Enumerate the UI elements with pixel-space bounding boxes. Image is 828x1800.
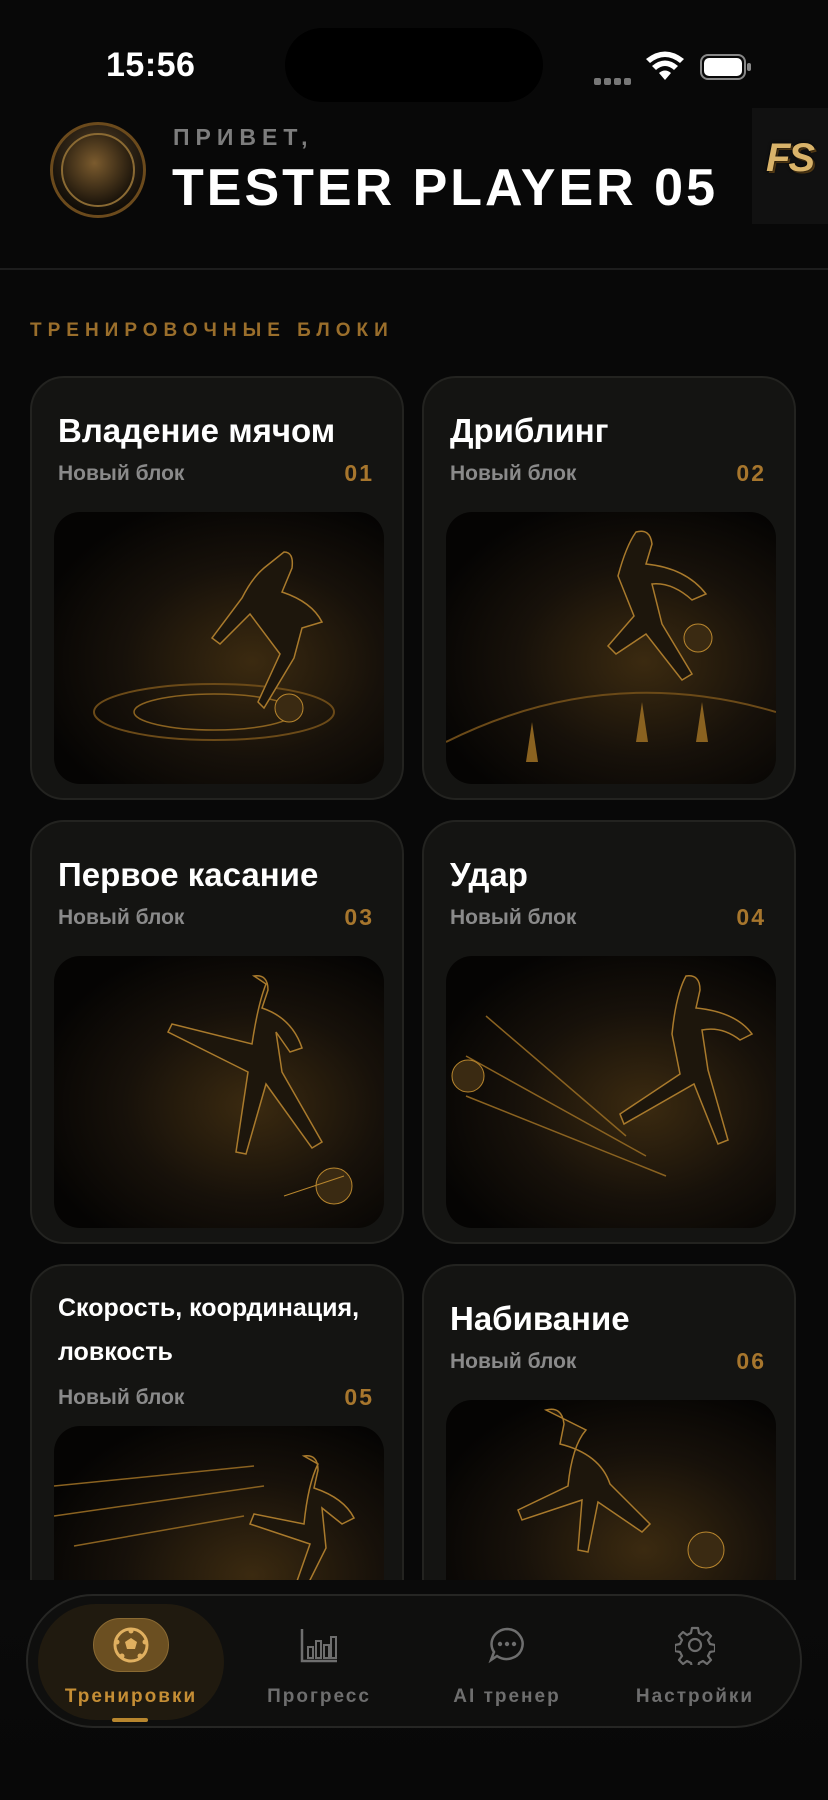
card-number: 05 <box>344 1384 374 1410</box>
training-card-ball-control[interactable]: Владение мячом Новый блок 01 <box>30 376 404 800</box>
card-image <box>446 512 776 784</box>
wifi-icon <box>646 51 684 80</box>
card-subtitle: Новый блок <box>58 462 185 485</box>
card-subtitle: Новый блок <box>58 906 185 929</box>
status-bar: 15:56 <box>0 0 828 120</box>
tab-ai-coach[interactable]: AI тренер <box>414 1604 600 1720</box>
card-subtitle: Новый блок <box>450 906 577 929</box>
gear-icon <box>657 1618 733 1672</box>
bar-chart-icon <box>281 1618 357 1672</box>
card-number: 06 <box>736 1348 766 1374</box>
training-card-shot[interactable]: Удар Новый блок 04 <box>422 820 796 1244</box>
tab-bar: Тренировки Прогресс AI тренер Настройки <box>26 1594 802 1728</box>
card-title: Скорость, координация, ловкость <box>58 1294 360 1366</box>
card-title: Дриблинг <box>450 412 609 449</box>
training-card-dribbling[interactable]: Дриблинг Новый блок 02 <box>422 376 796 800</box>
tab-trainings[interactable]: Тренировки <box>38 1604 224 1720</box>
card-number: 03 <box>344 904 374 930</box>
brand-logo: FS <box>752 108 828 224</box>
card-image <box>54 956 384 1228</box>
signal-icon <box>594 72 634 90</box>
tab-settings[interactable]: Настройки <box>602 1604 788 1720</box>
card-number: 01 <box>344 460 374 486</box>
header-divider <box>0 268 828 270</box>
greeting-label: ПРИВЕТ, <box>173 124 314 150</box>
training-card-first-touch[interactable]: Первое касание Новый блок 03 <box>30 820 404 1244</box>
tab-progress[interactable]: Прогресс <box>226 1604 412 1720</box>
avatar[interactable] <box>50 122 146 218</box>
battery-icon <box>700 54 751 80</box>
card-subtitle: Новый блок <box>58 1386 185 1409</box>
status-time: 15:56 <box>106 46 196 84</box>
tab-label: AI тренер <box>453 1686 561 1707</box>
chat-bubble-icon <box>469 1618 545 1672</box>
tab-label: Тренировки <box>64 1686 198 1707</box>
card-title: Набивание <box>450 1300 630 1337</box>
card-subtitle: Новый блок <box>450 462 577 485</box>
card-number: 02 <box>736 460 766 486</box>
soccer-ball-icon <box>93 1618 169 1672</box>
card-title: Первое касание <box>58 856 319 893</box>
tab-label: Прогресс <box>267 1686 371 1707</box>
dynamic-island <box>285 28 543 102</box>
card-image <box>446 956 776 1228</box>
card-subtitle: Новый блок <box>450 1350 577 1373</box>
tab-label: Настройки <box>635 1686 755 1707</box>
card-number: 04 <box>736 904 766 930</box>
username-title: TESTER PLAYER 05 <box>172 159 719 217</box>
card-image <box>54 512 384 784</box>
section-title: ТРЕНИРОВОЧНЫЕ БЛОКИ <box>30 320 394 341</box>
card-title: Удар <box>450 856 528 893</box>
active-tab-indicator <box>112 1718 148 1722</box>
card-title: Владение мячом <box>58 412 336 449</box>
